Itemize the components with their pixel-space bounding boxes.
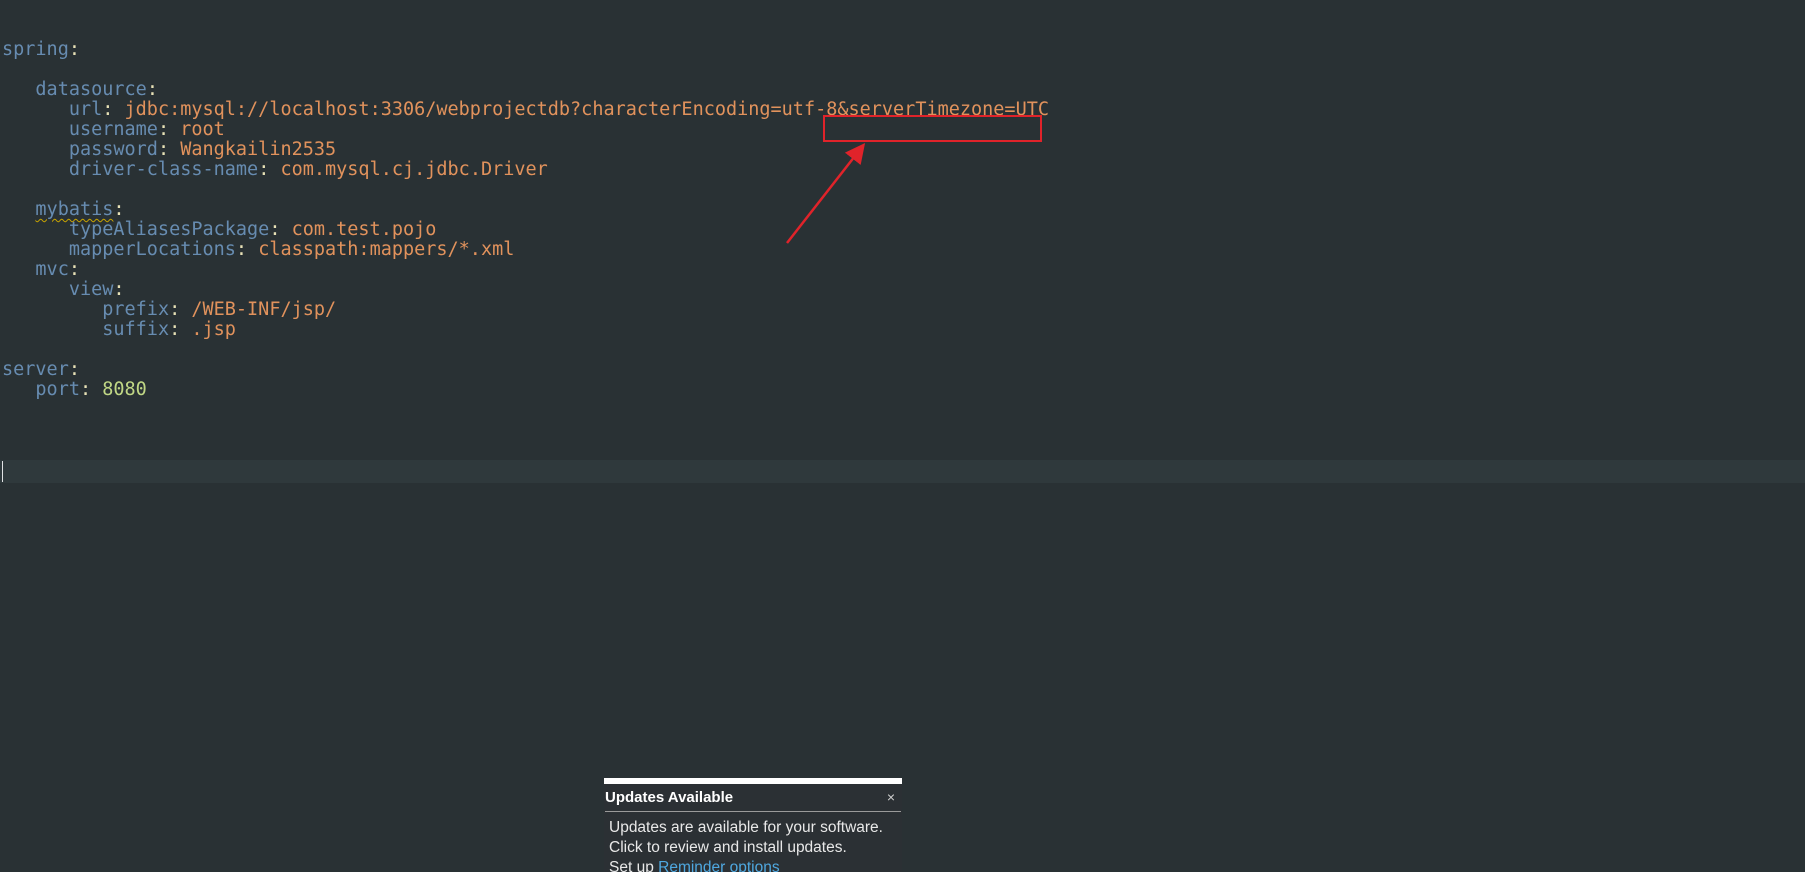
notification-body[interactable]: Updates are available for your software.… <box>604 812 902 872</box>
notification-message-line: Click to review and install updates. <box>609 839 847 856</box>
notification-setup-line: Set up Reminder options <box>609 858 897 872</box>
annotation-arrow-icon <box>786 143 866 244</box>
code-editor[interactable]: spring: datasource: url: jdbc:mysql://lo… <box>0 0 1805 872</box>
notification-header: Updates Available × <box>605 784 901 812</box>
notification-message-line: Updates are available for your software. <box>609 819 883 836</box>
close-icon[interactable]: × <box>887 789 895 805</box>
reminder-options-link[interactable]: Reminder options <box>658 859 779 872</box>
update-notification[interactable]: Updates Available × Updates are availabl… <box>604 778 902 872</box>
notification-title: Updates Available <box>605 789 734 806</box>
